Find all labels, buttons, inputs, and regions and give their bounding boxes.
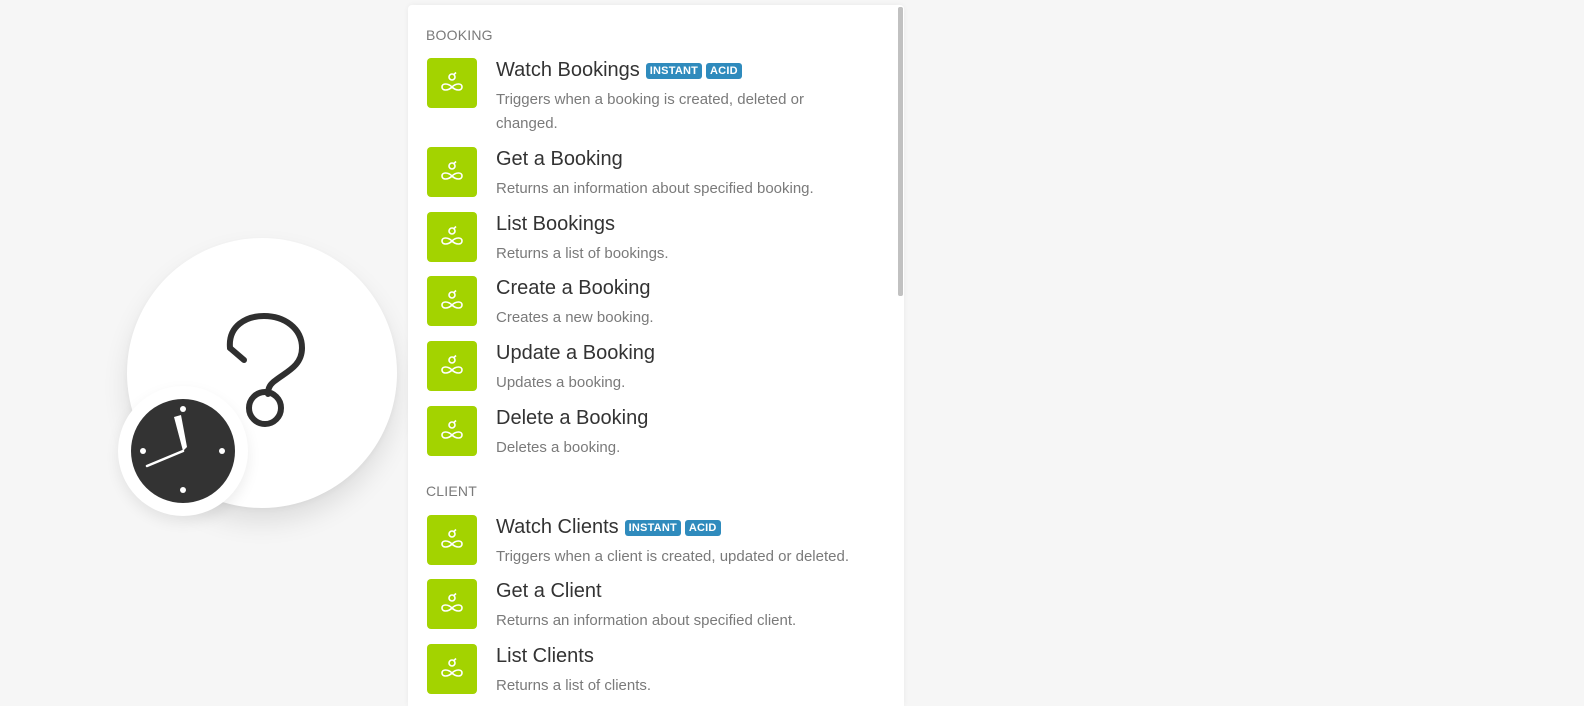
module-title-text: Get a Client	[496, 580, 602, 602]
module-title: List Clients	[496, 645, 594, 668]
module-description: Creates a new booking.	[496, 309, 654, 326]
module-description: Deletes a booking.	[496, 439, 621, 456]
module-title: Get a Booking	[496, 148, 623, 171]
badge-acid: ACID	[684, 519, 721, 536]
module-description: Returns an information about specified b…	[496, 180, 814, 197]
section-header-client: CLIENT	[426, 483, 477, 499]
module-title: Delete a Booking	[496, 407, 648, 430]
module-title-text: Watch Bookings	[496, 59, 640, 81]
module-description: Updates a booking.	[496, 374, 626, 391]
module-description: Returns a list of bookings.	[496, 245, 669, 262]
app-icon	[427, 147, 477, 197]
module-title: Update a Booking	[496, 342, 655, 365]
module-title-text: Delete a Booking	[496, 407, 649, 429]
module-title-text: List Bookings	[496, 213, 615, 235]
module-title: Watch Bookings INSTANT ACID	[496, 59, 742, 82]
badge-instant: INSTANT	[624, 519, 681, 536]
module-description: Returns a list of clients.	[496, 677, 652, 694]
app-icon	[427, 276, 477, 326]
module-title-text: Get a Booking	[496, 148, 623, 170]
module-description: Triggers when a booking is created, dele…	[496, 91, 804, 132]
section-header-booking: BOOKING	[426, 27, 493, 43]
app-icon	[427, 644, 477, 694]
app-icon	[427, 406, 477, 456]
module-title: Watch Clients INSTANT ACID	[496, 516, 721, 539]
module-description: Returns an information about specified c…	[496, 612, 797, 629]
scrollbar-thumb[interactable]	[898, 7, 903, 296]
app-icon	[427, 212, 477, 262]
badge-instant: INSTANT	[645, 62, 703, 79]
module-title-text: Create a Booking	[496, 277, 651, 299]
module-title: Get a Client	[496, 580, 602, 603]
app-icon	[427, 579, 477, 629]
module-description: Triggers when a client is created, updat…	[496, 548, 849, 565]
module-title-text: Watch Clients	[496, 516, 619, 538]
module-title-text: Update a Booking	[496, 342, 656, 364]
clock-icon	[131, 399, 235, 503]
app-icon	[427, 58, 477, 108]
module-title-text: List Clients	[496, 645, 594, 667]
app-icon	[427, 515, 477, 565]
app-icon	[427, 341, 477, 391]
module-title: List Bookings	[496, 213, 615, 236]
badge-acid: ACID	[706, 62, 742, 79]
module-title: Create a Booking	[496, 277, 651, 300]
